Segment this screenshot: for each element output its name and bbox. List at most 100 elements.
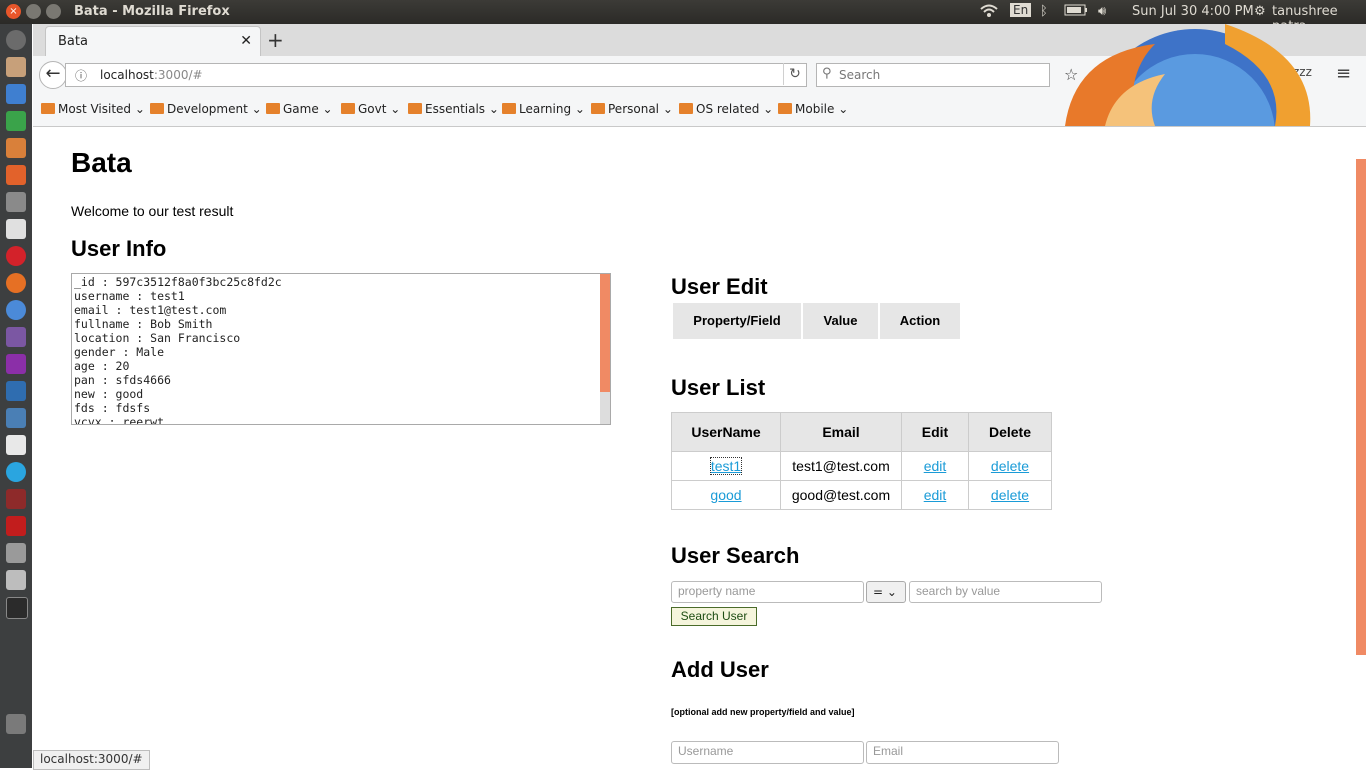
chevron-down-icon: ⌄ <box>886 585 897 599</box>
col-delete: Delete <box>968 412 1052 452</box>
new-tab-button[interactable]: + <box>267 28 284 52</box>
bookmark-os-related[interactable]: OS related ⌄ <box>679 102 773 116</box>
url-path: :3000/# <box>153 68 203 82</box>
page-scrollbar-thumb[interactable] <box>1356 159 1366 655</box>
bookmark-label: Game <box>283 102 319 116</box>
back-button[interactable]: ← <box>39 61 67 89</box>
add-user-heading: Add User <box>671 657 769 682</box>
folder-icon <box>341 103 355 114</box>
writer-icon[interactable] <box>6 84 26 104</box>
app-icon-2[interactable] <box>6 408 26 428</box>
bookmark-govt[interactable]: Govt ⌄ <box>341 102 400 116</box>
bookmark-label: OS related <box>696 102 760 116</box>
property-name-input[interactable]: property name <box>671 581 864 603</box>
volume-icon[interactable]: 🔊︎ <box>1098 4 1106 19</box>
calc-icon[interactable] <box>6 111 26 131</box>
operator-select[interactable]: = ⌄ <box>866 581 906 603</box>
launcher-sidebar <box>0 24 32 768</box>
edit-link[interactable]: edit <box>924 487 947 503</box>
firefox-icon[interactable] <box>6 273 26 293</box>
phpstorm-icon[interactable] <box>6 354 26 374</box>
bookmark-essentials[interactable]: Essentials ⌄ <box>408 102 499 116</box>
wifi-icon[interactable] <box>980 4 998 22</box>
bluetooth-icon[interactable]: ᛒ <box>1040 4 1048 19</box>
bookmark-label: Development <box>167 102 248 116</box>
filezilla-icon[interactable] <box>6 516 26 536</box>
terminal-app-icon[interactable] <box>6 327 26 347</box>
window-title: Bata - Mozilla Firefox <box>74 4 230 19</box>
menu-hamburger-icon[interactable]: ≡ <box>1336 63 1351 84</box>
files-icon[interactable] <box>6 57 26 77</box>
app-icon-5[interactable] <box>6 570 26 590</box>
col-email: Email <box>780 412 902 452</box>
col-edit: Edit <box>901 412 969 452</box>
delete-link[interactable]: delete <box>991 458 1029 474</box>
window-minimize-button[interactable] <box>26 4 41 19</box>
cell-email: test1@test.com <box>780 451 902 481</box>
terminal-icon[interactable] <box>6 597 28 619</box>
keyboard-indicator[interactable]: En <box>1010 3 1032 17</box>
cell-delete: delete <box>968 451 1052 481</box>
user-info-textarea[interactable]: _id : 597c3512f8a0f3bc25c8fd2c username … <box>71 273 611 425</box>
delete-link[interactable]: delete <box>991 487 1029 503</box>
folder-icon <box>502 103 516 114</box>
bookmark-development[interactable]: Development ⌄ <box>150 102 262 116</box>
close-tab-icon[interactable]: ✕ <box>240 33 252 49</box>
textarea-scrollbar-thumb[interactable] <box>600 274 610 392</box>
cell-username: test1 <box>671 451 781 481</box>
bookmark-mobile[interactable]: Mobile ⌄ <box>778 102 848 116</box>
edit-link[interactable]: edit <box>924 458 947 474</box>
bookmark-label: Mobile <box>795 102 835 116</box>
impress-icon[interactable] <box>6 138 26 158</box>
clock[interactable]: Sun Jul 30 4:00 PM <box>1132 4 1254 19</box>
dash-home-icon[interactable] <box>6 30 26 50</box>
bookmark-most-visited[interactable]: Most Visited ⌄ <box>41 102 145 116</box>
chromium-icon[interactable] <box>6 300 26 320</box>
edit-col-property: Property/Field <box>673 303 801 339</box>
cell-username: good <box>671 480 781 510</box>
skype-icon[interactable] <box>6 462 26 482</box>
search-box[interactable]: ⚲ Search <box>816 63 1050 87</box>
opera-icon[interactable] <box>6 246 26 266</box>
text-editor-icon[interactable] <box>6 435 26 455</box>
bookmark-label: Most Visited <box>58 102 132 116</box>
search-user-button[interactable]: Search User <box>671 607 757 626</box>
window-maximize-button[interactable] <box>46 4 61 19</box>
page-viewport: Bata Welcome to our test result User Inf… <box>33 127 1366 768</box>
search-icon: ⚲ <box>822 66 832 81</box>
system-top-panel: × Bata - Mozilla Firefox En ᛒ 🔊︎ Sun Jul… <box>0 0 1366 34</box>
workbench-icon[interactable] <box>6 381 26 401</box>
url-bar[interactable]: ⓘ localhost:3000/# <box>65 63 807 87</box>
system-settings-icon[interactable] <box>6 192 26 212</box>
folder-icon <box>408 103 422 114</box>
username-input[interactable]: Username <box>671 741 864 764</box>
table-row: test1 test1@test.com edit delete <box>671 451 1052 481</box>
username-link[interactable]: test1 <box>709 457 743 475</box>
trash-icon[interactable] <box>6 714 26 734</box>
software-center-icon[interactable] <box>6 165 26 185</box>
settings-gear-icon[interactable]: ⚙ <box>1254 4 1266 19</box>
username-link[interactable]: good <box>710 487 741 503</box>
bookmark-personal[interactable]: Personal ⌄ <box>591 102 673 116</box>
email-input[interactable]: Email <box>866 741 1059 764</box>
search-value-input[interactable]: search by value <box>909 581 1102 603</box>
bookmark-game[interactable]: Game ⌄ <box>266 102 333 116</box>
cell-delete: delete <box>968 480 1052 510</box>
reload-icon[interactable]: ↻ <box>783 63 806 85</box>
user-info-heading: User Info <box>71 236 167 261</box>
app-icon-4[interactable] <box>6 543 26 563</box>
folder-icon <box>150 103 164 114</box>
tab-bata[interactable]: Bata ✕ <box>45 26 261 57</box>
add-user-note: [optional add new property/field and val… <box>671 707 855 717</box>
edit-col-action: Action <box>880 303 960 339</box>
window-close-button[interactable]: × <box>6 4 21 19</box>
battery-icon[interactable] <box>1064 4 1088 20</box>
bookmark-label: Essentials <box>425 102 486 116</box>
info-icon[interactable]: ⓘ <box>75 67 87 84</box>
folder-icon <box>778 103 792 114</box>
cell-email: good@test.com <box>780 480 902 510</box>
app-icon[interactable] <box>6 219 26 239</box>
bookmark-learning[interactable]: Learning ⌄ <box>502 102 585 116</box>
app-icon-3[interactable] <box>6 489 26 509</box>
welcome-text: Welcome to our test result <box>71 203 234 219</box>
